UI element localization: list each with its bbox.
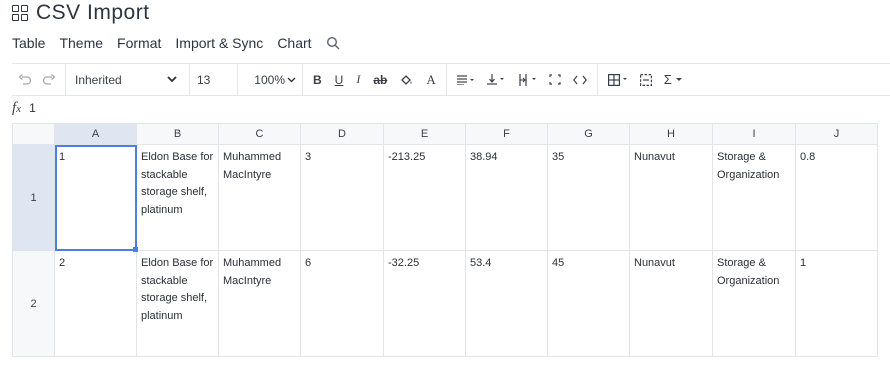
cell[interactable]: 35 bbox=[547, 144, 630, 251]
zoom-value: 100% bbox=[254, 72, 285, 87]
menu-import-sync[interactable]: Import & Sync bbox=[175, 35, 263, 51]
column-header-d[interactable]: D bbox=[300, 123, 384, 145]
column-header-e[interactable]: E bbox=[383, 123, 466, 145]
cell[interactable]: 45 bbox=[547, 250, 630, 357]
column-header-g[interactable]: G bbox=[547, 123, 630, 145]
function-icon: fx bbox=[12, 99, 22, 116]
zoom-select[interactable]: 100% bbox=[238, 73, 302, 87]
column-header-j[interactable]: J bbox=[795, 123, 878, 145]
spreadsheet-grid: A B C D E F G H I J 1 1 Eldon Base for s… bbox=[12, 123, 878, 357]
cell[interactable]: 6 bbox=[300, 250, 384, 357]
menu-table[interactable]: Table bbox=[12, 35, 45, 51]
column-header-f[interactable]: F bbox=[465, 123, 548, 145]
cell[interactable]: Muhammed MacIntyre bbox=[218, 250, 301, 357]
chevron-down-icon bbox=[167, 76, 177, 83]
column-header-c[interactable]: C bbox=[218, 123, 301, 145]
cell-value: 1 bbox=[59, 151, 66, 163]
cell[interactable]: Nunavut bbox=[629, 144, 713, 251]
expand-icon[interactable] bbox=[549, 74, 561, 85]
fill-color-icon[interactable] bbox=[400, 74, 413, 86]
strikethrough-button[interactable]: ab bbox=[373, 73, 387, 87]
formula-bar: fx 1 bbox=[12, 96, 36, 120]
column-header-h[interactable]: H bbox=[629, 123, 713, 145]
text-wrap-icon[interactable] bbox=[517, 73, 537, 86]
borders-icon[interactable] bbox=[607, 73, 628, 86]
toolbar: Inherited 13 100% B U I ab A Σ bbox=[12, 63, 890, 96]
merge-cells-icon[interactable] bbox=[639, 73, 652, 86]
menu-bar: Table Theme Format Import & Sync Chart bbox=[12, 33, 342, 53]
column-header-b[interactable]: B bbox=[136, 123, 219, 145]
cell[interactable]: -213.25 bbox=[383, 144, 466, 251]
page-title: CSV Import bbox=[36, 1, 150, 24]
code-icon[interactable] bbox=[572, 75, 587, 85]
cell[interactable]: Storage & Organization bbox=[712, 144, 796, 251]
italic-button[interactable]: I bbox=[356, 72, 360, 87]
cell[interactable]: Nunavut bbox=[629, 250, 713, 357]
fill-handle[interactable] bbox=[133, 247, 138, 252]
table-row: 1 1 Eldon Base for stackable storage she… bbox=[12, 144, 878, 252]
row-header[interactable]: 1 bbox=[12, 144, 55, 251]
table-row: 2 2 Eldon Base for stackable storage she… bbox=[12, 250, 878, 357]
text-color-button[interactable]: A bbox=[426, 72, 435, 88]
cell[interactable]: Muhammed MacIntyre bbox=[218, 144, 301, 251]
cell[interactable]: Eldon Base for stackable storage shelf, … bbox=[136, 250, 219, 357]
redo-icon[interactable] bbox=[42, 73, 56, 86]
cell[interactable]: 38.94 bbox=[465, 144, 548, 251]
row-header[interactable]: 2 bbox=[12, 250, 55, 357]
bold-button[interactable]: B bbox=[313, 73, 322, 87]
title-bar: CSV Import bbox=[12, 0, 150, 26]
font-size-input[interactable]: 13 bbox=[190, 73, 237, 87]
chevron-down-icon bbox=[287, 77, 296, 83]
column-header-i[interactable]: I bbox=[712, 123, 796, 145]
cell[interactable]: -32.25 bbox=[383, 250, 466, 357]
undo-icon[interactable] bbox=[18, 73, 32, 86]
cell[interactable]: Eldon Base for stackable storage shelf, … bbox=[136, 144, 219, 251]
underline-button[interactable]: U bbox=[335, 73, 344, 87]
select-all-corner[interactable] bbox=[12, 123, 55, 145]
cell[interactable]: 0.8 bbox=[795, 144, 878, 251]
menu-format[interactable]: Format bbox=[117, 35, 161, 51]
font-family-select[interactable]: Inherited bbox=[66, 73, 189, 87]
cell[interactable]: 53.4 bbox=[465, 250, 548, 357]
search-icon[interactable] bbox=[326, 35, 342, 51]
font-family-value: Inherited bbox=[75, 72, 122, 87]
cell[interactable]: Storage & Organization bbox=[712, 250, 796, 357]
menu-chart[interactable]: Chart bbox=[277, 35, 311, 51]
horizontal-align-icon[interactable] bbox=[456, 74, 475, 85]
cell[interactable]: 3 bbox=[300, 144, 384, 251]
column-header-a[interactable]: A bbox=[54, 123, 137, 145]
menu-theme[interactable]: Theme bbox=[59, 35, 103, 51]
cell[interactable]: 2 bbox=[54, 250, 137, 357]
cell[interactable]: 1 bbox=[795, 250, 878, 357]
cell-a1[interactable]: 1 bbox=[54, 144, 138, 252]
sum-function-button[interactable]: Σ bbox=[664, 72, 682, 87]
formula-input[interactable]: 1 bbox=[29, 101, 36, 115]
grid-app-icon bbox=[12, 5, 28, 21]
vertical-align-icon[interactable] bbox=[486, 74, 505, 85]
sum-label: Σ bbox=[663, 72, 672, 87]
